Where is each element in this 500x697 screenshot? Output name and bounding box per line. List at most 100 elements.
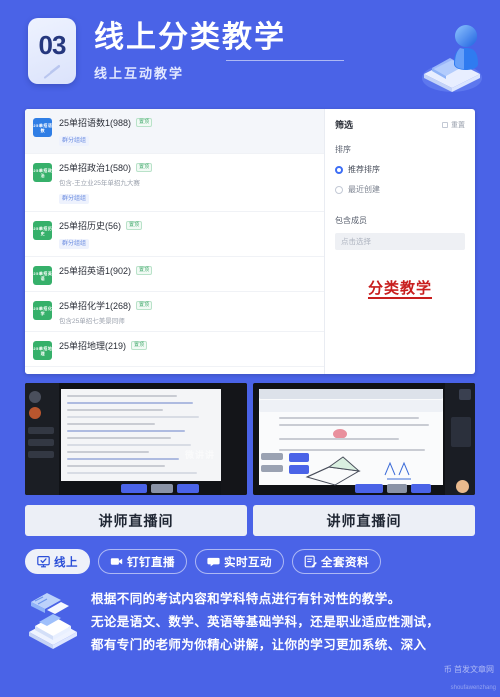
- group-avatar: 2 5 单 招 政 治: [33, 163, 52, 182]
- description-line: 根据不同的考试内容和学科特点进行有针对性的教学。: [91, 592, 401, 606]
- list-item-title-line: 25单招历史(56) 置顶: [59, 219, 316, 232]
- header-text-group: 线上分类教学 线上互动教学: [94, 18, 286, 82]
- group-avatar: 2 5 单 招 历 史: [33, 221, 52, 240]
- group-chip: 群分组组: [59, 194, 90, 204]
- video-right-sidebar: [221, 383, 247, 495]
- group-subtitle: 包含-王立业25年单招九大赛: [59, 180, 140, 187]
- description-line: 无论是语文、数学、英语等基础学科，还是职业适应性测试，: [91, 615, 440, 629]
- video-camera-icon: [110, 558, 123, 565]
- list-item-body: 25单招历史(56) 置顶 群分组组: [59, 219, 316, 250]
- pinned-badge: 置顶: [131, 341, 148, 350]
- member-select-input[interactable]: 点击选择: [335, 233, 465, 250]
- sort-label: 排序: [335, 145, 351, 154]
- list-item-body: 25单招化学1(268) 置顶 包含25单招七美景同师: [59, 299, 316, 325]
- group-avatar: 2 5 单 招 地 理: [33, 341, 52, 360]
- group-avatar: 2 5 单 招 化 学: [33, 301, 52, 320]
- member-select-placeholder: 点击选择: [341, 237, 371, 246]
- page-subtitle: 线上互动教学: [94, 65, 185, 81]
- group-title: 25单招历史(56): [59, 221, 122, 231]
- watermark-sub: shoufawenzhang: [450, 685, 496, 691]
- group-title: 25单招地理(219): [59, 341, 127, 351]
- list-item[interactable]: 2 5 单 招 语 数 25单招语数1(988) 置顶 群分组组: [25, 109, 324, 154]
- tag-full-materials[interactable]: 全套资料: [292, 549, 381, 574]
- group-title: 25单招英语1(902): [59, 266, 132, 276]
- video-watermark: 微讲讲: [184, 450, 215, 460]
- document-edit-icon: [304, 555, 317, 568]
- sort-option-label: 最近创建: [348, 185, 380, 194]
- monitor-check-icon: [37, 556, 50, 568]
- printer-3d-icon: [29, 593, 77, 649]
- watermark-main: 币 首发文章网: [443, 665, 494, 674]
- reset-button[interactable]: 重置: [442, 120, 465, 130]
- list-item-title-line: 25单招化学1(268) 置顶: [59, 299, 316, 312]
- avatar-text: 2 5 单 招 地 理: [33, 345, 52, 356]
- pinned-badge: 置顶: [136, 118, 153, 127]
- reset-icon: [442, 121, 448, 128]
- list-item[interactable]: 2 5 单 招 地 理 25单招地理(219) 置顶: [25, 332, 324, 367]
- sort-option-recommended[interactable]: 推荐排序: [335, 164, 465, 175]
- description-section: 根据不同的考试内容和学科特点进行有针对性的教学。 无论是语文、数学、英语等基础学…: [25, 586, 475, 657]
- tag-label: 钉钉直播: [127, 556, 175, 569]
- avatar-text: 2 5 单 招 语 数: [33, 122, 52, 133]
- video-thumbnail-right[interactable]: [253, 383, 475, 495]
- avatar-text: 2 5 单 招 政 治: [33, 167, 52, 178]
- tag-label: 实时互动: [224, 556, 272, 569]
- video-thumbnail-left[interactable]: 微讲讲: [25, 383, 247, 495]
- section-number: 03: [38, 30, 67, 60]
- list-item-title-line: 25单招地理(219) 置顶: [59, 339, 316, 352]
- pinned-badge: 置顶: [136, 266, 153, 275]
- page-title: 线上分类教学: [94, 21, 286, 54]
- list-item[interactable]: 2 5 单 招 政 治 25单招政治1(580) 置顶 包含-王立业25年单招九…: [25, 154, 324, 212]
- description-text: 根据不同的考试内容和学科特点进行有针对性的教学。 无论是语文、数学、英语等基础学…: [91, 586, 475, 657]
- tag-dingtalk-live[interactable]: 钉钉直播: [98, 549, 187, 574]
- video-thumbnails: 微讲讲: [25, 383, 475, 495]
- list-item-title-line: 25单招政治1(580) 置顶: [59, 161, 316, 174]
- instructor-live-room-button-left[interactable]: 讲师直播间: [25, 505, 247, 536]
- page-header: 03 线上分类教学 线上互动教学: [0, 0, 500, 105]
- list-item-body: 25单招英语1(902) 置顶: [59, 264, 316, 277]
- sort-option-label: 推荐排序: [348, 165, 380, 174]
- tag-label: 线上: [54, 556, 78, 569]
- list-item[interactable]: 2 5 单 招 历 史 25单招历史(56) 置顶 群分组组: [25, 212, 324, 257]
- group-avatar: 2 5 单 招 英 语: [33, 266, 52, 285]
- tag-realtime-interaction[interactable]: 实时互动: [195, 549, 284, 574]
- group-chip: 群分组组: [59, 136, 90, 146]
- avatar-text: 2 5 单 招 化 学: [33, 305, 52, 316]
- header-rule: [226, 60, 344, 61]
- group-title: 25单招政治1(580): [59, 163, 132, 173]
- group-list[interactable]: 2 5 单 招 语 数 25单招语数1(988) 置顶 群分组组 2 5 单 招…: [25, 109, 325, 374]
- list-item-body: 25单招政治1(580) 置顶 包含-王立业25年单招九大赛 群分组组: [59, 161, 316, 205]
- pinned-badge: 置顶: [126, 221, 143, 230]
- cta-row: 讲师直播间 讲师直播间: [25, 505, 475, 536]
- list-item[interactable]: 2 5 单 招 化 学 25单招化学1(268) 置顶 包含25单招七美景同师: [25, 292, 324, 332]
- person-laptop-3d-icon: [422, 25, 482, 92]
- filter-panel: 筛选 重置 排序 推荐排序 最近创建 包含成员 点击选择 分类教学: [325, 109, 475, 374]
- group-title: 25单招语数1(988): [59, 118, 132, 128]
- tag-online[interactable]: 线上: [25, 549, 90, 574]
- filter-title: 筛选: [335, 120, 354, 130]
- radio-icon: [335, 185, 343, 194]
- group-subtitle: 包含25单招七美景同师: [59, 318, 125, 325]
- list-item-body: 25单招语数1(988) 置顶 群分组组: [59, 116, 316, 147]
- member-filter-label: 包含成员: [335, 216, 367, 225]
- feature-tag-row: 线上 钉钉直播 实时互动 全套资料: [25, 549, 475, 574]
- reset-label: 重置: [451, 121, 465, 129]
- filter-header: 筛选 重置: [335, 118, 465, 131]
- callout-label: 分类教学: [367, 280, 432, 297]
- avatar-text: 2 5 单 招 历 史: [33, 225, 52, 236]
- radio-icon: [335, 165, 343, 174]
- group-list-panel: 2 5 单 招 语 数 25单招语数1(988) 置顶 群分组组 2 5 单 招…: [25, 109, 475, 374]
- chat-bubble-icon: [207, 557, 220, 567]
- list-item[interactable]: 2 5 单 招 物 理 25单招物理1(392) 置顶: [25, 367, 324, 374]
- group-chip: 群分组组: [59, 239, 90, 249]
- list-item-title-line: 25单招英语1(902) 置顶: [59, 264, 316, 277]
- decor-slash2-icon: [49, 64, 60, 74]
- group-avatar: 2 5 单 招 语 数: [33, 118, 52, 137]
- list-item[interactable]: 2 5 单 招 英 语 25单招英语1(902) 置顶: [25, 257, 324, 292]
- sort-option-recent[interactable]: 最近创建: [335, 184, 465, 195]
- list-item-title-line: 25单招语数1(988) 置顶: [59, 116, 316, 129]
- instructor-live-room-button-right[interactable]: 讲师直播间: [253, 505, 475, 536]
- section-number-card: 03: [28, 18, 76, 84]
- tag-label: 全套资料: [321, 556, 369, 569]
- pinned-badge: 置顶: [136, 163, 153, 172]
